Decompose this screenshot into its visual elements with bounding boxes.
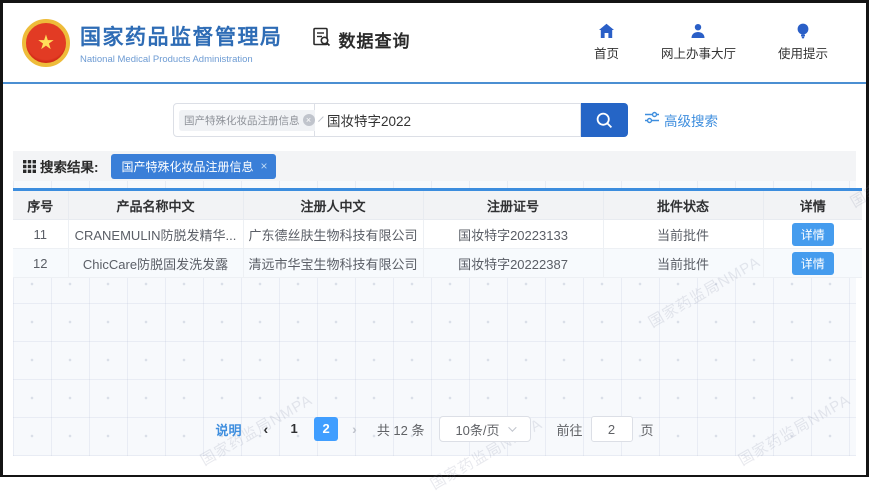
goto-page-input[interactable] (591, 416, 633, 442)
filter-sliders-icon (645, 111, 659, 129)
category-tag-close-icon[interactable]: × (303, 114, 315, 126)
cell-product: CRANEMULIN防脱发精华... (68, 220, 243, 249)
advanced-search-link[interactable]: 高级搜索 (645, 110, 718, 130)
cell-registrant: 清远市华宝生物科技有限公司 (243, 249, 423, 278)
next-page-button[interactable]: › (346, 421, 363, 437)
results-label: 搜索结果: (23, 156, 99, 176)
search-icon (595, 111, 614, 130)
column-header-registrant: 注册人中文 (243, 190, 423, 220)
filter-tag-close-icon[interactable]: × (261, 159, 268, 173)
page-size-select[interactable]: 10条/页 (439, 416, 531, 442)
content-area: 国家药监局NMPA 国家药监局NMPA 国家药监局NMPA 国家药监局NMPA … (13, 151, 856, 456)
column-header-detail: 详情 (763, 190, 862, 220)
org-name-cn: 国家药品监督管理局 (80, 21, 283, 51)
category-tag-label: 国产特殊化妆品注册信息 (184, 113, 300, 128)
nav-label: 网上办事大厅 (661, 43, 736, 62)
goto-suffix: 页 (641, 420, 654, 439)
column-header-status: 批件状态 (603, 190, 763, 220)
data-query-icon (311, 26, 333, 53)
nav-item-usage-tips[interactable]: 使用提示 (778, 23, 828, 62)
page-size-value: 10条/页 (455, 420, 499, 439)
nav-item-home[interactable]: 首页 (594, 23, 619, 62)
app-title: 数据查询 (311, 26, 411, 53)
filter-tag-label: 国产特殊化妆品注册信息 (122, 158, 254, 175)
chevron-down-icon (508, 423, 516, 431)
national-emblem-icon: ★ (22, 19, 70, 67)
detail-button[interactable]: 详情 (792, 223, 834, 246)
table-header-row: 序号 产品名称中文 注册人中文 注册证号 批件状态 详情 (13, 190, 862, 220)
cell-product: ChicCare防脱固发洗发露 (68, 249, 243, 278)
bulb-icon (796, 23, 810, 39)
prev-page-button[interactable]: ‹ (257, 421, 274, 437)
cell-seq: 12 (13, 249, 68, 278)
page-button-1[interactable]: 1 (282, 417, 306, 441)
results-label-text: 搜索结果: (40, 156, 99, 176)
cell-cert-no: 国妆特字20223133 (423, 220, 603, 249)
results-bar: 搜索结果: 国产特殊化妆品注册信息 × (13, 151, 856, 181)
nav-item-service-hall[interactable]: 网上办事大厅 (661, 23, 736, 62)
footer-strip (3, 456, 866, 475)
header: ★ 国家药品监督管理局 National Medical Products Ad… (3, 3, 866, 84)
nav-label: 使用提示 (778, 43, 828, 62)
column-header-product: 产品名称中文 (68, 190, 243, 220)
search-button[interactable] (581, 103, 628, 137)
cell-cert-no: 国妆特字20222387 (423, 249, 603, 278)
org-name-en: National Medical Products Administration (80, 54, 283, 65)
app-title-label: 数据查询 (339, 27, 411, 52)
active-filter-tag: 国产特殊化妆品注册信息 × (111, 154, 276, 179)
total-count-label: 共 12 条 (377, 420, 425, 439)
grid-icon (23, 160, 36, 173)
nav-label: 首页 (594, 43, 619, 62)
pagination: 说明 ‹ 1 2 › 共 12 条 10条/页 前往 页 (13, 416, 856, 442)
goto-label: 前往 (557, 420, 583, 439)
search-bar: 国产特殊化妆品注册信息 × (173, 103, 628, 137)
table-row: 11 CRANEMULIN防脱发精华... 广东德丝肤生物科技有限公司 国妆特字… (13, 220, 862, 249)
brand-text: 国家药品监督管理局 National Medical Products Admi… (80, 21, 283, 65)
user-icon (690, 23, 706, 39)
advanced-search-label: 高级搜索 (664, 110, 718, 130)
top-nav: 首页 网上办事大厅 使用提示 (594, 23, 828, 62)
column-header-seq: 序号 (13, 190, 68, 220)
search-section: 国产特殊化妆品注册信息 × 高级搜索 (3, 84, 866, 151)
home-icon (598, 23, 615, 39)
detail-button[interactable]: 详情 (792, 252, 834, 275)
cell-status: 当前批件 (603, 220, 763, 249)
brand-logo[interactable]: ★ 国家药品监督管理局 National Medical Products Ad… (22, 19, 283, 67)
table-row: 12 ChicCare防脱固发洗发露 清远市华宝生物科技有限公司 国妆特字202… (13, 249, 862, 278)
column-header-cert-no: 注册证号 (423, 190, 603, 220)
category-tag: 国产特殊化妆品注册信息 × (179, 110, 319, 131)
results-table: 序号 产品名称中文 注册人中文 注册证号 批件状态 详情 11 CRANEMUL… (13, 188, 862, 278)
page-button-2[interactable]: 2 (314, 417, 338, 441)
cell-registrant: 广东德丝肤生物科技有限公司 (243, 220, 423, 249)
category-select[interactable]: 国产特殊化妆品注册信息 × (173, 103, 315, 137)
cell-status: 当前批件 (603, 249, 763, 278)
cell-seq: 11 (13, 220, 68, 249)
search-input[interactable] (315, 103, 581, 137)
note-link[interactable]: 说明 (215, 420, 241, 439)
